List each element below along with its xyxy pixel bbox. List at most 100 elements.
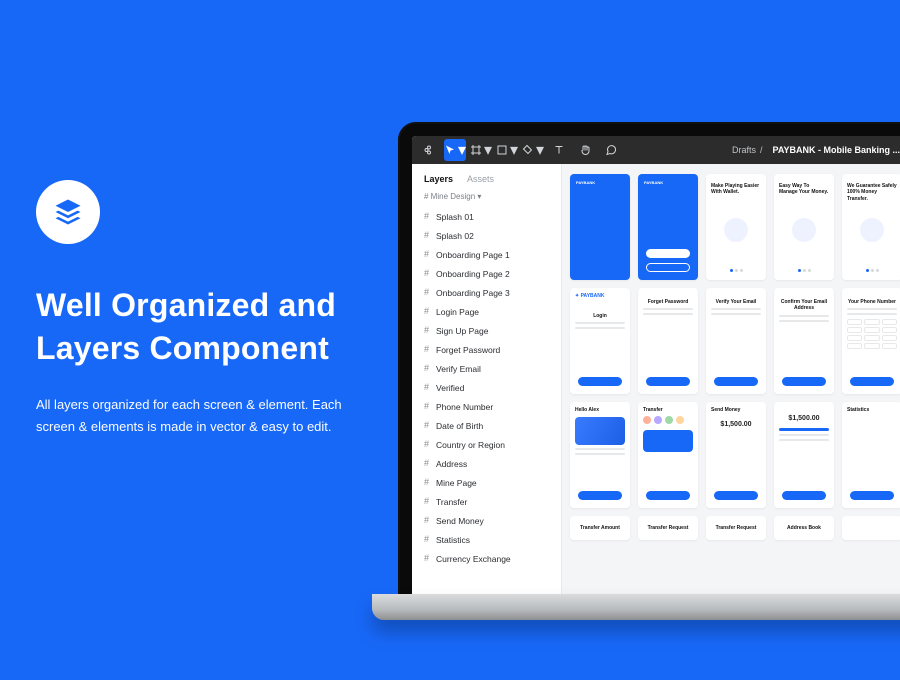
frame-icon: #	[424, 212, 429, 221]
layer-item[interactable]: # Verified	[412, 378, 561, 397]
figma-logo-icon[interactable]	[418, 139, 440, 161]
text-tool-icon[interactable]	[548, 139, 570, 161]
layer-label: Statistics	[436, 535, 470, 545]
comment-tool-icon[interactable]	[600, 139, 622, 161]
layer-item[interactable]: # Date of Birth	[412, 416, 561, 435]
layer-label: Phone Number	[436, 402, 493, 412]
layer-item[interactable]: # Splash 01	[412, 207, 561, 226]
frame-icon: #	[424, 516, 429, 525]
frame-icon: #	[424, 554, 429, 563]
layer-label: Date of Birth	[436, 421, 483, 431]
artboard[interactable]: Forget Password	[638, 288, 698, 394]
frame-tool-icon[interactable]: ▾	[470, 139, 492, 161]
artboard[interactable]: Transfer Request	[638, 516, 698, 540]
frame-icon: #	[424, 535, 429, 544]
layer-item[interactable]: # Currency Exchange	[412, 549, 561, 568]
frame-icon: #	[424, 440, 429, 449]
layer-item[interactable]: # Country or Region	[412, 435, 561, 454]
design-canvas[interactable]: PAYBANKPAYBANKMake Playing Easier With W…	[562, 164, 900, 602]
frame-icon: #	[424, 345, 429, 354]
frame-icon: #	[424, 497, 429, 506]
layer-label: Forget Password	[436, 345, 500, 355]
artboard[interactable]: Address Book	[774, 516, 834, 540]
frame-icon: #	[424, 402, 429, 411]
layer-label: Address	[436, 459, 467, 469]
tab-assets[interactable]: Assets	[467, 174, 494, 184]
laptop-base	[372, 594, 900, 620]
layer-label: Mine Page	[436, 478, 477, 488]
layer-label: Verify Email	[436, 364, 481, 374]
layer-label: Onboarding Page 2	[436, 269, 510, 279]
layer-label: Currency Exchange	[436, 554, 511, 564]
layer-label: Splash 02	[436, 231, 474, 241]
frame-icon: #	[424, 478, 429, 487]
layer-item[interactable]: # Splash 02	[412, 226, 561, 245]
file-name[interactable]: PAYBANK - Mobile Banking ...	[772, 145, 900, 155]
layer-item[interactable]: # Login Page	[412, 302, 561, 321]
frame-icon: #	[424, 459, 429, 468]
shape-tool-icon[interactable]: ▾	[496, 139, 518, 161]
layer-item[interactable]: # Onboarding Page 3	[412, 283, 561, 302]
tab-layers[interactable]: Layers	[424, 174, 453, 184]
frame-icon: #	[424, 269, 429, 278]
artboard[interactable]: PAYBANK	[638, 174, 698, 280]
layer-label: Verified	[436, 383, 464, 393]
frame-icon: #	[424, 307, 429, 316]
artboard[interactable]: Confirm Your Email Address	[774, 288, 834, 394]
artboard[interactable]: Make Playing Easier With Wallet.	[706, 174, 766, 280]
layer-item[interactable]: # Onboarding Page 2	[412, 264, 561, 283]
layer-label: Transfer	[436, 497, 467, 507]
layer-label: Onboarding Page 3	[436, 288, 510, 298]
artboard[interactable]: PAYBANK	[570, 174, 630, 280]
frame-icon: #	[424, 250, 429, 259]
artboard[interactable]: We Guarantee Safely 100% Money Transfer.	[842, 174, 900, 280]
frame-icon: #	[424, 421, 429, 430]
artboard[interactable]: Your Phone Number	[842, 288, 900, 394]
artboard[interactable]: Hello Alex	[570, 402, 630, 508]
layer-item[interactable]: # Send Money	[412, 511, 561, 530]
layer-item[interactable]: # Sign Up Page	[412, 321, 561, 340]
frame-icon: #	[424, 383, 429, 392]
layer-label: Onboarding Page 1	[436, 250, 510, 260]
pen-tool-icon[interactable]: ▾	[522, 139, 544, 161]
artboard[interactable]: Statistics	[842, 402, 900, 508]
chevron-down-icon: ▾	[477, 192, 481, 201]
breadcrumb-separator: /	[760, 145, 763, 155]
frame-icon: #	[424, 288, 429, 297]
laptop-frame: ▾ ▾ ▾ ▾ Drafts / PAYBANK - Mobile	[398, 122, 900, 602]
layer-item[interactable]: # Verify Email	[412, 359, 561, 378]
artboard[interactable]: Transfer	[638, 402, 698, 508]
layer-item[interactable]: # Statistics	[412, 530, 561, 549]
breadcrumb-root[interactable]: Drafts	[732, 145, 756, 155]
frame-icon: #	[424, 231, 429, 240]
artboard[interactable]: Easy Way To Manage Your Money.	[774, 174, 834, 280]
frame-icon: #	[424, 326, 429, 335]
page-selector[interactable]: # Mine Design ▾	[412, 192, 561, 207]
artboard[interactable]: Transfer Amount	[570, 516, 630, 540]
layer-item[interactable]: # Phone Number	[412, 397, 561, 416]
artboard[interactable]: $1,500.00	[774, 402, 834, 508]
layer-item[interactable]: # Forget Password	[412, 340, 561, 359]
subcopy: All layers organized for each screen & e…	[36, 394, 366, 438]
hand-tool-icon[interactable]	[574, 139, 596, 161]
layers-panel: Layers Assets # Mine Design ▾ # Splash 01…	[412, 164, 562, 602]
layer-item[interactable]: # Onboarding Page 1	[412, 245, 561, 264]
layer-label: Sign Up Page	[436, 326, 488, 336]
frame-icon: #	[424, 364, 429, 373]
layer-label: Splash 01	[436, 212, 474, 222]
layer-item[interactable]: # Mine Page	[412, 473, 561, 492]
artboard[interactable]: ✦ PAYBANKLogin	[570, 288, 630, 394]
layer-item[interactable]: # Transfer	[412, 492, 561, 511]
app-topbar: ▾ ▾ ▾ ▾ Drafts / PAYBANK - Mobile	[412, 136, 900, 164]
artboard[interactable]: Send Money$1,500.00	[706, 402, 766, 508]
layer-label: Country or Region	[436, 440, 505, 450]
artboard[interactable]	[842, 516, 900, 540]
layer-item[interactable]: # Address	[412, 454, 561, 473]
artboard[interactable]: Verify Your Email	[706, 288, 766, 394]
layer-label: Send Money	[436, 516, 484, 526]
move-tool-icon[interactable]: ▾	[444, 139, 466, 161]
artboard[interactable]: Transfer Request	[706, 516, 766, 540]
layers-icon	[53, 197, 83, 227]
headline: Well Organized and Layers Component	[36, 284, 366, 370]
layer-label: Login Page	[436, 307, 479, 317]
